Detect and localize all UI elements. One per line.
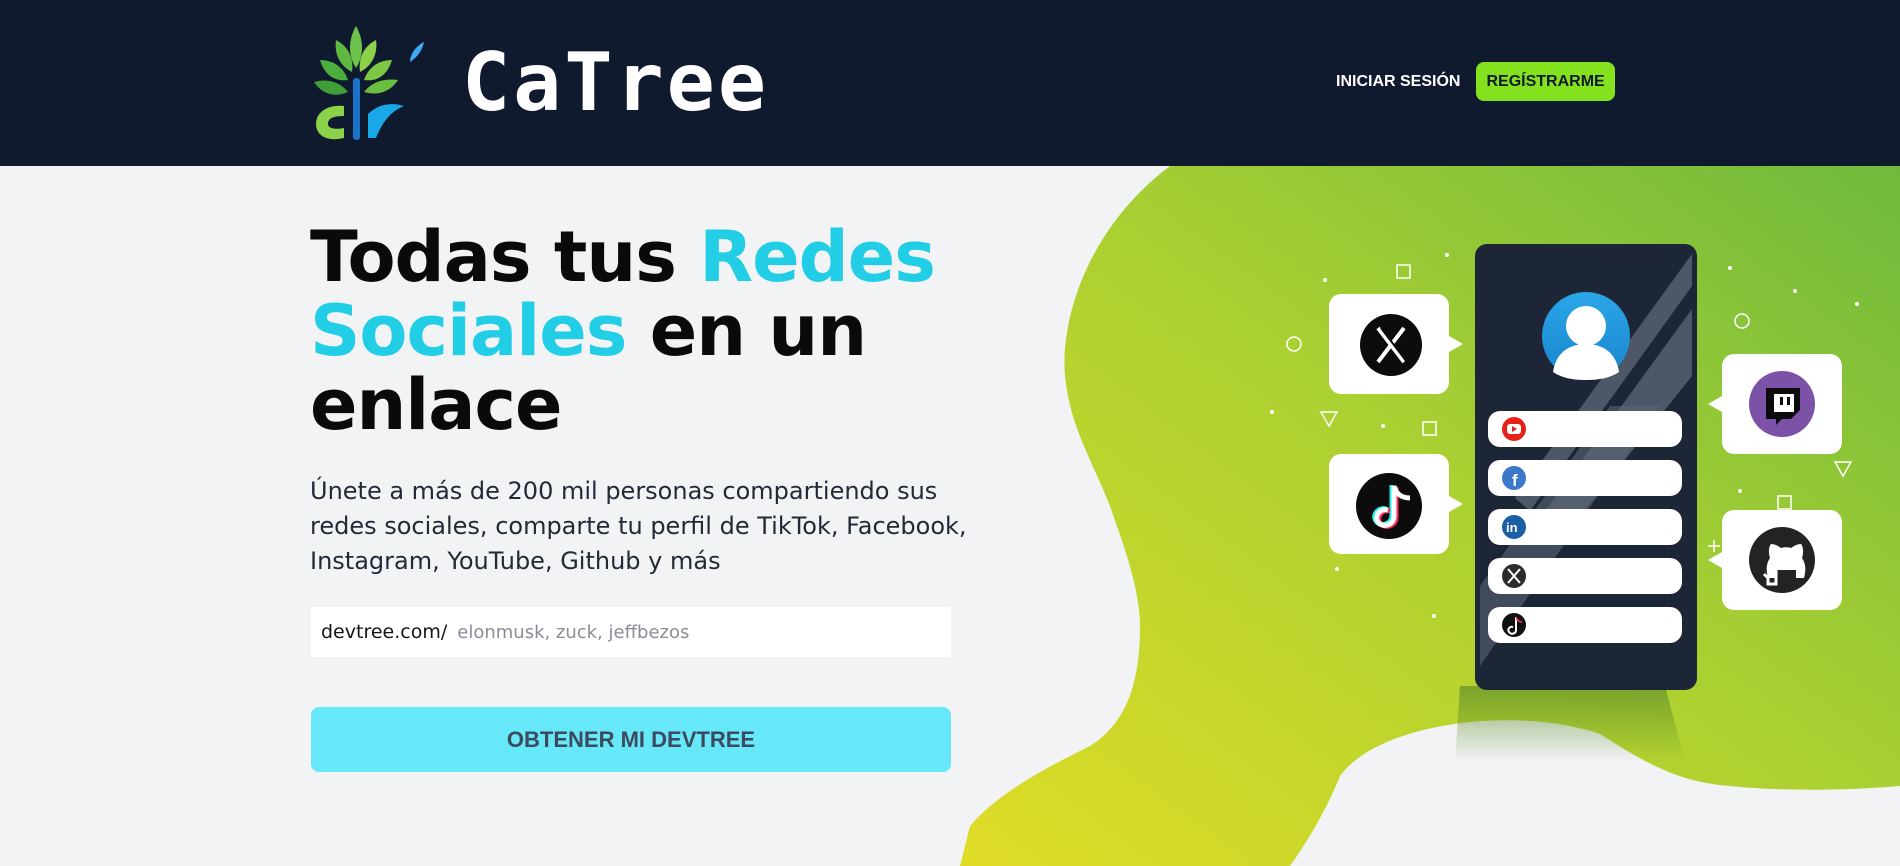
svg-text:in: in <box>1506 520 1518 535</box>
top-nav: Iniciar Sesión Regístrarme <box>1330 62 1615 101</box>
get-devtree-button[interactable]: Obtener mi DevTree <box>311 707 951 772</box>
x-bubble <box>1329 294 1463 394</box>
svg-text:f: f <box>1512 471 1518 490</box>
link-row-x <box>1488 558 1682 594</box>
login-link[interactable]: Iniciar Sesión <box>1330 65 1466 99</box>
register-button[interactable]: Regístrarme <box>1476 62 1615 101</box>
hero-title: Todas tus Redes Sociales en un enlace <box>310 220 970 442</box>
brand-logo[interactable]: CaTree <box>306 18 766 148</box>
phone-mockup: f in <box>1475 244 1697 690</box>
github-bubble <box>1708 510 1842 610</box>
link-row-tiktok <box>1488 607 1682 643</box>
handle-input[interactable] <box>457 621 938 643</box>
twitch-bubble <box>1708 354 1842 454</box>
user-avatar-icon <box>1542 292 1630 380</box>
hero-illustration: f in <box>960 166 1900 866</box>
phone-shadow <box>1455 686 1685 762</box>
tiktok-bubble <box>1329 454 1463 554</box>
hero-description: Únete a más de 200 mil personas comparti… <box>310 477 967 575</box>
tree-logo-icon <box>314 26 424 140</box>
link-row-linkedin: in <box>1488 509 1682 545</box>
url-prefix: devtree.com/ <box>321 621 448 643</box>
brand-name: CaTree <box>462 36 769 129</box>
link-row-facebook: f <box>1488 460 1682 496</box>
link-row-youtube <box>1488 411 1682 447</box>
site-header: CaTree Iniciar Sesión Regístrarme <box>0 0 1900 166</box>
handle-search-box: devtree.com/ <box>311 607 951 657</box>
hero-title-part1: Todas tus <box>310 216 700 298</box>
